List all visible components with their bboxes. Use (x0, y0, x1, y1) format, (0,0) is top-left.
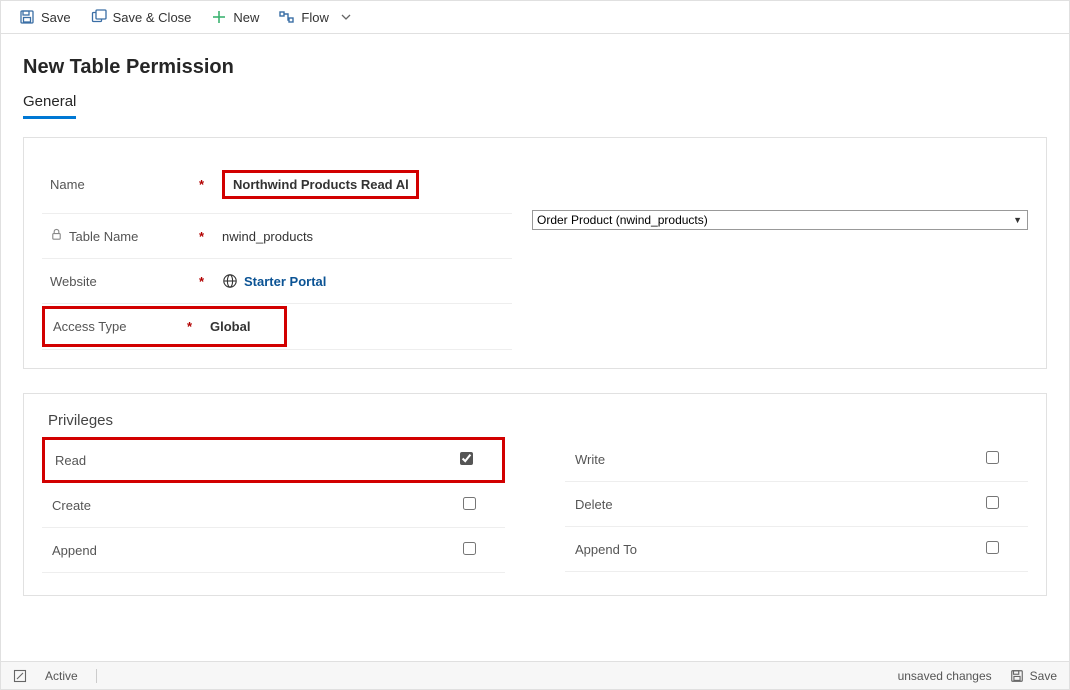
section-general: Name * (23, 137, 1047, 369)
priv-create-checkbox[interactable] (463, 497, 476, 510)
priv-delete-label: Delete (575, 497, 986, 512)
page-title: New Table Permission (23, 56, 1047, 79)
priv-append-label: Append (52, 543, 463, 558)
tab-general[interactable]: General (23, 93, 76, 119)
access-type-highlight: Access Type * Global (42, 306, 287, 347)
flow-icon (279, 9, 295, 25)
website-label: Website (50, 274, 97, 289)
required-marker: * (199, 229, 204, 244)
read-highlight: Read (42, 437, 505, 483)
save-button[interactable]: Save (19, 9, 71, 25)
save-close-button[interactable]: Save & Close (91, 9, 192, 25)
required-marker: * (187, 319, 192, 334)
save-icon (19, 9, 35, 25)
command-bar: Save Save & Close New Flow (1, 1, 1069, 34)
table-name-select[interactable]: Order Product (nwind_products) (532, 210, 1028, 230)
access-type-value[interactable]: Global (210, 319, 250, 334)
priv-write-checkbox[interactable] (986, 451, 999, 464)
table-name-label: Table Name (69, 229, 138, 244)
save-close-icon (91, 9, 107, 25)
chevron-down-icon (341, 10, 351, 25)
section-privileges: Privileges Read Create Append (23, 393, 1047, 596)
priv-write-label: Write (575, 452, 986, 467)
required-marker: * (199, 177, 204, 192)
status-divider (96, 669, 97, 683)
row-table-name: Table Name * nwind_products (42, 214, 512, 259)
new-button[interactable]: New (211, 9, 259, 25)
lock-icon (50, 228, 63, 244)
name-label: Name (50, 177, 85, 192)
row-name: Name * (42, 156, 512, 214)
new-label: New (233, 10, 259, 25)
status-active[interactable]: Active (45, 669, 78, 683)
name-field[interactable] (233, 177, 408, 192)
required-marker: * (199, 274, 204, 289)
table-name-select-wrap: Order Product (nwind_products) (532, 210, 1028, 230)
form-body: New Table Permission General Name * (1, 34, 1069, 661)
status-edit-icon[interactable] (13, 669, 27, 683)
privileges-title: Privileges (42, 412, 1028, 429)
row-website: Website * Starter Portal (42, 259, 512, 304)
flow-button[interactable]: Flow (279, 9, 350, 25)
priv-create-label: Create (52, 498, 463, 513)
save-label: Save (41, 10, 71, 25)
priv-delete-checkbox[interactable] (986, 496, 999, 509)
priv-read-label: Read (55, 453, 460, 468)
globe-icon (222, 273, 238, 289)
plus-icon (211, 9, 227, 25)
access-type-label: Access Type (53, 319, 126, 334)
priv-append-checkbox[interactable] (463, 542, 476, 555)
status-unsaved: unsaved changes (898, 669, 992, 683)
priv-append-to-label: Append To (575, 542, 986, 557)
flow-label: Flow (301, 10, 328, 25)
priv-append-to-checkbox[interactable] (986, 541, 999, 554)
priv-read-checkbox[interactable] (460, 452, 473, 465)
table-name-value[interactable]: nwind_products (222, 229, 313, 244)
status-save-label: Save (1030, 669, 1057, 683)
status-save-button[interactable]: Save (1010, 669, 1057, 683)
save-close-label: Save & Close (113, 10, 192, 25)
status-bar: Active unsaved changes Save (1, 661, 1069, 689)
name-highlight (222, 170, 419, 199)
website-link[interactable]: Starter Portal (244, 274, 326, 289)
